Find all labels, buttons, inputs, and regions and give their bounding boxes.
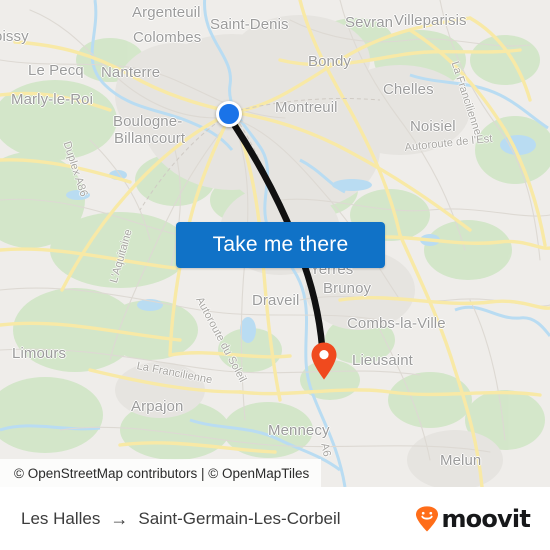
moovit-trip-map-screen: .water { fill:#b9dcf2; } .waterline { st…	[0, 0, 550, 550]
moovit-pin-icon	[416, 505, 439, 531]
attribution-text: © OpenStreetMap contributors | © OpenMap…	[14, 465, 310, 481]
trip-destination-label: Saint-Germain-Les-Corbeil	[138, 508, 341, 528]
moovit-wordmark: moovit	[441, 504, 530, 533]
moovit-logo[interactable]: moovit	[415, 504, 531, 533]
arrow-right-icon: →	[110, 508, 129, 529]
trip-origin-label: Les Halles	[21, 508, 101, 528]
trip-summary: Les Halles → Saint-Germain-Les-Corbeil	[21, 509, 341, 529]
take-me-there-button[interactable]: Take me there	[176, 222, 385, 268]
map-attribution[interactable]: © OpenStreetMap contributors | © OpenMap…	[0, 459, 322, 487]
map-canvas[interactable]: .water { fill:#b9dcf2; } .waterline { st…	[0, 0, 550, 487]
footer-bar: Les Halles → Saint-Germain-Les-Corbeil m…	[0, 487, 550, 550]
